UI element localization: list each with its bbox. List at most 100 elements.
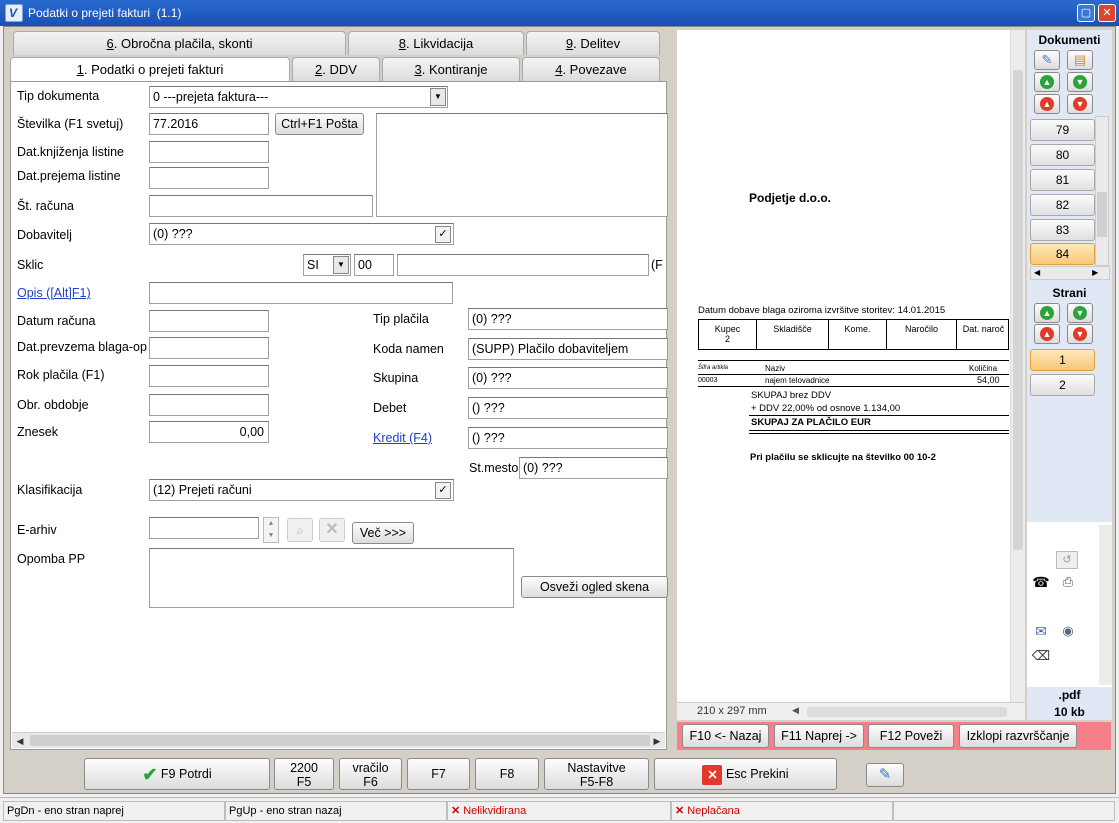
f7-button[interactable]: F7 bbox=[407, 758, 470, 790]
dat-prejema-input[interactable] bbox=[149, 167, 269, 189]
tab-povezave[interactable]: 4. Povezave bbox=[522, 57, 660, 81]
chevron-down-icon[interactable]: ▼ bbox=[430, 88, 446, 106]
f9-confirm-button[interactable]: ✔ F9 Potrdi bbox=[84, 758, 270, 790]
sklic-number-input[interactable] bbox=[397, 254, 649, 276]
f10-back-button[interactable]: F10 <- Nazaj bbox=[682, 724, 769, 748]
page-1-button[interactable]: 1 bbox=[1030, 349, 1095, 371]
move-up-icon[interactable]: ▲ bbox=[1034, 72, 1060, 92]
tip-dokumenta-select[interactable]: 0 ---prejeta faktura--- ▼ bbox=[149, 86, 448, 108]
doc-81-button[interactable]: 81 bbox=[1030, 169, 1095, 191]
f8-button[interactable]: F8 bbox=[475, 758, 539, 790]
tab-obrocna-placila[interactable]: 6. Obročna plačila, skonti bbox=[13, 31, 346, 55]
preview-vscrollbar[interactable] bbox=[1010, 30, 1025, 702]
vec-button[interactable]: Več >>> bbox=[352, 522, 414, 544]
tab-podatki[interactable]: 1. Podatki o prejeti fakturi bbox=[10, 57, 290, 81]
datum-racuna-input[interactable] bbox=[149, 310, 269, 332]
move-down-icon[interactable]: ▼ bbox=[1067, 72, 1093, 92]
email-icon[interactable]: ✉ bbox=[1030, 622, 1052, 642]
checkmark-icon: ✔ bbox=[142, 764, 158, 785]
camera-icon[interactable]: ◉ bbox=[1057, 622, 1079, 642]
search-icon[interactable]: ⌕ bbox=[287, 518, 313, 542]
tab-delitev[interactable]: 9. Delitev bbox=[526, 31, 660, 55]
item-code: 00003 bbox=[698, 377, 718, 384]
tools-scrollbar[interactable] bbox=[1099, 525, 1112, 685]
earhiv-input[interactable] bbox=[149, 517, 259, 539]
earhiv-spinner[interactable]: ▲ ▼ bbox=[263, 517, 279, 543]
preview-footer: 210 x 297 mm ◀ bbox=[677, 702, 1025, 720]
dobavitelj-field[interactable]: (0) ??? ✓ bbox=[149, 223, 454, 245]
page-down-icon[interactable]: ▼ bbox=[1067, 303, 1093, 323]
f6-button[interactable]: vračilo F6 bbox=[339, 758, 402, 790]
nastavitve-button[interactable]: Nastavitve F5-F8 bbox=[544, 758, 649, 790]
debet-input[interactable]: () ??? bbox=[468, 397, 668, 419]
doc-list-scrollbar[interactable] bbox=[1095, 116, 1109, 266]
printer-icon[interactable]: ⎙ bbox=[1057, 573, 1079, 593]
scroll-right-icon[interactable]: ▶ bbox=[650, 734, 664, 748]
stevilka-input[interactable]: 77.2016 bbox=[149, 113, 269, 135]
f5-button[interactable]: 2200 F5 bbox=[274, 758, 334, 790]
scroll-left-icon[interactable]: ◀ bbox=[13, 734, 27, 748]
preview-hscroll-thumb[interactable] bbox=[807, 707, 1007, 717]
tab-kontiranje[interactable]: 3. Kontiranje bbox=[382, 57, 520, 81]
scroll-thumb[interactable] bbox=[1097, 192, 1107, 237]
fax-icon[interactable]: ☎ bbox=[1030, 573, 1052, 593]
osvezi-button[interactable]: Osveži ogled skena bbox=[521, 576, 668, 598]
posta-button[interactable]: Ctrl+F1 Pošta bbox=[275, 113, 364, 135]
st-racuna-input[interactable] bbox=[149, 195, 373, 217]
obr-obdobje-input[interactable] bbox=[149, 394, 269, 416]
page-last-icon[interactable]: ▼ bbox=[1067, 324, 1093, 344]
scan-icon[interactable]: ✎ bbox=[1034, 50, 1060, 70]
last-icon[interactable]: ▼ bbox=[1067, 94, 1093, 114]
rotate-icon[interactable]: ↺ bbox=[1056, 551, 1078, 569]
esc-cancel-button[interactable]: ✕ Esc Prekini bbox=[654, 758, 837, 790]
st-mesto-input[interactable]: (0) ??? bbox=[519, 457, 668, 479]
notes-box[interactable] bbox=[376, 113, 668, 217]
check-icon[interactable]: ✓ bbox=[435, 226, 451, 243]
doc-79-button[interactable]: 79 bbox=[1030, 119, 1095, 141]
form-scrollbar[interactable]: ◀ ▶ bbox=[12, 732, 665, 748]
dat-prevzema-input[interactable] bbox=[149, 337, 269, 359]
sklic-model-input[interactable]: 00 bbox=[354, 254, 394, 276]
kredit-link[interactable]: Kredit (F4) bbox=[373, 431, 432, 445]
opis-input[interactable] bbox=[149, 282, 453, 304]
doc-82-button[interactable]: 82 bbox=[1030, 194, 1095, 216]
tab-likvidacija[interactable]: 8. Likvidacija bbox=[348, 31, 524, 55]
first-icon[interactable]: ▲ bbox=[1034, 94, 1060, 114]
datum-racuna-label: Datum računa bbox=[17, 314, 96, 328]
delete-icon[interactable]: ✕ bbox=[319, 518, 345, 542]
scroll-left-icon[interactable]: ◀ bbox=[792, 705, 799, 716]
kredit-input[interactable]: () ??? bbox=[468, 427, 668, 449]
doc-list-hscroll[interactable]: ◀ ▶ bbox=[1030, 266, 1110, 280]
klasifikacija-field[interactable]: (12) Prejeti računi ✓ bbox=[149, 479, 454, 501]
close-window-button[interactable]: ✕ bbox=[1098, 4, 1116, 22]
eraser-icon[interactable]: ⌫ bbox=[1030, 647, 1052, 667]
dat-knjizenja-input[interactable] bbox=[149, 141, 269, 163]
chevron-down-icon[interactable]: ▼ bbox=[333, 256, 349, 274]
divider bbox=[749, 430, 1009, 431]
file-size: 10 kb bbox=[1054, 705, 1085, 719]
scroll-thumb[interactable] bbox=[30, 735, 650, 746]
page-first-icon[interactable]: ▲ bbox=[1034, 324, 1060, 344]
help-icon[interactable]: ✎ bbox=[866, 763, 904, 787]
check-icon[interactable]: ✓ bbox=[435, 482, 451, 499]
izklopi-razvrscanje-button[interactable]: Izklopi razvrščanje bbox=[959, 724, 1077, 748]
doc-80-button[interactable]: 80 bbox=[1030, 144, 1095, 166]
page-up-icon[interactable]: ▲ bbox=[1034, 303, 1060, 323]
opis-link[interactable]: Opis ([Alt]F1) bbox=[17, 286, 91, 300]
sklic-country-select[interactable]: SI ▼ bbox=[303, 254, 351, 276]
page-2-button[interactable]: 2 bbox=[1030, 374, 1095, 396]
f11-forward-button[interactable]: F11 Naprej -> bbox=[774, 724, 864, 748]
scroll-thumb[interactable] bbox=[1013, 70, 1023, 550]
paste-icon[interactable]: ▤ bbox=[1067, 50, 1093, 70]
opomba-textarea[interactable] bbox=[149, 548, 514, 608]
znesek-input[interactable]: 0,00 bbox=[149, 421, 269, 443]
tip-placila-input[interactable]: (0) ??? bbox=[468, 308, 668, 330]
doc-83-button[interactable]: 83 bbox=[1030, 219, 1095, 241]
rok-placila-input[interactable] bbox=[149, 365, 269, 387]
tab-ddv[interactable]: 2. DDV bbox=[292, 57, 380, 81]
skupina-input[interactable]: (0) ??? bbox=[468, 367, 668, 389]
maximize-button[interactable]: ▢ bbox=[1077, 4, 1095, 22]
koda-namen-input[interactable]: (SUPP) Plačilo dobaviteljem bbox=[468, 338, 668, 360]
f12-link-button[interactable]: F12 Poveži bbox=[868, 724, 954, 748]
doc-84-button[interactable]: 84 bbox=[1030, 243, 1095, 265]
